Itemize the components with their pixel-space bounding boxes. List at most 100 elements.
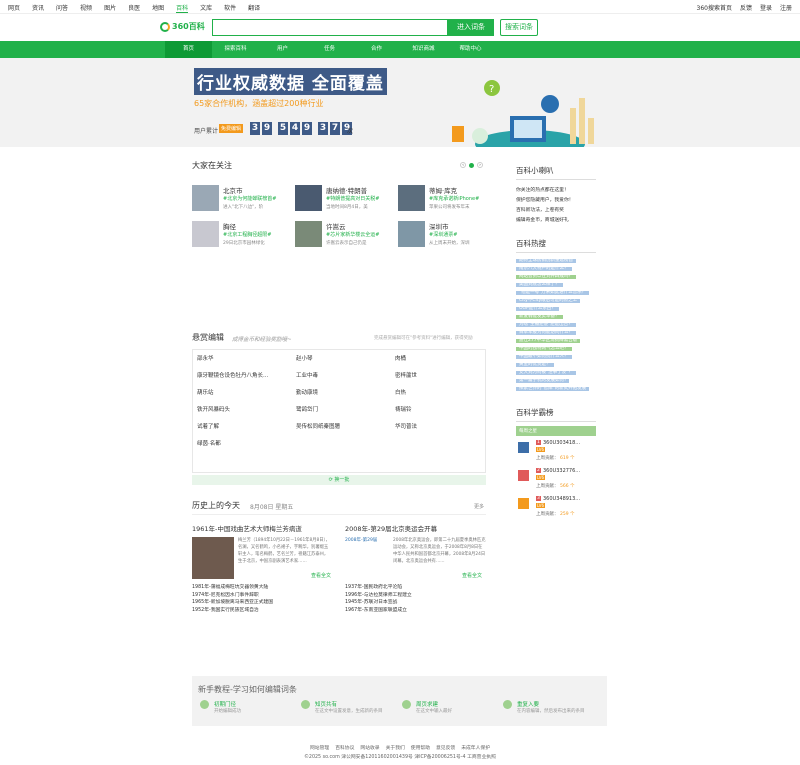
history-event[interactable]: 1937年-国民政府北平沦陷 <box>345 584 412 592</box>
logo[interactable]: 360百科 <box>160 21 205 32</box>
reward-item[interactable]: 铁开风暴码头 <box>197 405 230 413</box>
top-nav-link[interactable]: 问答 <box>56 3 68 13</box>
hot-search-tag[interactable]: 黄金的优货是？ <box>516 362 554 367</box>
footer-link[interactable]: 未成年人保护 <box>461 744 490 751</box>
history-left-photo[interactable] <box>192 537 234 579</box>
hot-search-tag[interactable]: 第一篇手机的发展如何? <box>516 378 570 383</box>
trending-thumb[interactable] <box>398 185 425 211</box>
footer-link[interactable]: 网站收录 <box>360 744 379 751</box>
main-nav-item[interactable]: 首页 <box>165 41 212 58</box>
trending-thumb[interactable] <box>295 185 322 211</box>
history-more-link[interactable]: 更多 <box>474 503 484 510</box>
top-nav-user-link[interactable]: 注册 <box>780 3 792 12</box>
top-nav-link[interactable]: 文库 <box>200 3 212 13</box>
carousel-prev-icon[interactable]: ‹ <box>460 162 466 168</box>
history-right-headline[interactable]: 2008年-第29届北京奥运会开幕 <box>345 523 486 533</box>
search-input[interactable] <box>212 19 448 36</box>
reward-item[interactable]: 祷瑞铃 <box>395 405 412 413</box>
main-nav-item[interactable]: 任务 <box>306 41 353 58</box>
trending-tag[interactable]: #北京工程胸径超限# <box>223 231 271 238</box>
reward-item[interactable]: 赵小琴 <box>296 354 313 362</box>
history-left-view-all[interactable]: 查看全文 <box>311 572 331 579</box>
hot-search-tag[interactable]: 美国到底怎么样了？ <box>516 282 563 287</box>
trending-thumb[interactable] <box>295 221 322 247</box>
top-nav-link[interactable]: 图片 <box>104 3 116 13</box>
footer-link[interactable]: 关于我们 <box>386 744 405 751</box>
rank-row[interactable]: 2 360U332776... LV6 上周贡献： 566 个 <box>516 468 596 492</box>
top-nav-link[interactable]: 地图 <box>152 3 164 13</box>
trending-card[interactable]: 许嵩云 #芯片家新华楼云全运# 许嵩云表示自己仍是 <box>295 221 390 251</box>
reward-item[interactable]: 试着了解 <box>197 422 219 430</box>
main-nav-item[interactable]: 知识商城 <box>400 41 447 58</box>
history-event[interactable]: 1996年-与达拉莫律师工程建立 <box>345 592 412 600</box>
news-item[interactable]: 百科新功法，上卷有奖 <box>516 206 596 216</box>
news-item[interactable]: 保护您隐藏用户，我爱你！ <box>516 196 596 206</box>
top-nav-link[interactable]: 视频 <box>80 3 92 13</box>
tutorial-item-title[interactable]: 初期门径 <box>214 700 236 708</box>
top-nav-user-link[interactable]: 登录 <box>760 3 772 12</box>
trending-card[interactable]: 唐纳德·特朗普 #特朗普提高对日关税# 当地时间8月4日，美 <box>295 185 390 215</box>
hot-search-tag[interactable]: 迪仕277中华区消费降需告级 <box>516 338 581 343</box>
main-nav-item[interactable]: 探索百科 <box>212 41 259 58</box>
reward-item[interactable]: 康牙鞭镜仓设色牡丹八角长... <box>197 371 268 379</box>
top-nav-link[interactable]: 软件 <box>224 3 236 13</box>
footer-link[interactable]: 百科协议 <box>335 744 354 751</box>
reward-item[interactable]: 工业中毒 <box>296 371 318 379</box>
top-nav-user-link[interactable]: 360搜索首页 <box>697 3 732 12</box>
trending-card[interactable]: 北京市 #北京为何能蝉联榜首# 进入"北下八边"，阶 <box>192 185 287 215</box>
trending-tag[interactable]: #北京为何能蝉联榜首# <box>223 195 276 202</box>
hot-search-tag[interactable]: 中国的独特网气怎么吧？ <box>516 346 572 351</box>
trending-card[interactable]: 蒂姆·库克 #库克承诺新iPhone# 苹果公司将发布年末 <box>398 185 493 215</box>
main-nav-item[interactable]: 用户 <box>259 41 306 58</box>
history-left-headline[interactable]: 1961年-中国戏曲艺术大师梅兰芳病逝 <box>192 523 337 533</box>
reward-item[interactable]: 肉桶 <box>395 354 406 362</box>
hot-search-tag[interactable]: OGP是什么东西？ <box>516 306 559 311</box>
history-event[interactable]: 1981年-蒲福成梅旺坑交器领黄大陆 <box>192 584 273 592</box>
reward-item[interactable]: 鹭鸽岱门 <box>296 405 318 413</box>
hot-search-tag[interactable]: City不City眼后可是的原之工 <box>516 298 581 303</box>
history-event[interactable]: 1965年-新加坡脱离马来西亚正式建国 <box>192 599 273 607</box>
rank-row[interactable]: 3 360U348913... LV6 上周贡献： 259 个 <box>516 496 596 520</box>
trending-name[interactable]: 深圳市 <box>429 221 449 231</box>
top-nav-link[interactable]: 良医 <box>128 3 140 13</box>
tutorial-item-title[interactable]: 重复入要 <box>517 700 539 708</box>
footer-link[interactable]: 使用帮助 <box>411 744 430 751</box>
history-right-view-all[interactable]: 查看全文 <box>462 572 482 579</box>
reward-item[interactable]: 绿茵·名都 <box>197 439 221 447</box>
news-item[interactable]: 你关注的热点都在这里！ <box>516 186 596 196</box>
reward-item[interactable]: 华司普法 <box>395 422 417 430</box>
rank-name[interactable]: 360U303418... <box>543 440 580 446</box>
trending-card[interactable]: 胸径 #北京工程胸径超限# 29日北京市园林绿化 <box>192 221 287 251</box>
main-nav-item[interactable]: 合作 <box>353 41 400 58</box>
reward-item[interactable]: 葫乐站 <box>197 388 214 396</box>
rank-row[interactable]: 1 360U303418... LV6 上周贡献： 619 个 <box>516 440 596 464</box>
hot-search-tag[interactable]: 南京八大特产的是什么？ <box>516 266 572 271</box>
footer-link[interactable]: 网站管理 <box>310 744 329 751</box>
trending-tag[interactable]: #特朗普提高对日关税# <box>326 195 379 202</box>
reward-item[interactable]: 邵永华 <box>197 354 214 362</box>
top-nav-link[interactable]: 百科 <box>176 3 189 13</box>
main-nav-item[interactable]: 帮助中心 <box>447 41 494 58</box>
history-right-photo[interactable]: 2008年-第29届 <box>345 537 387 547</box>
tutorial-item-title[interactable]: 周页求建 <box>416 700 438 708</box>
trending-tag[interactable]: #库克承诺新iPhone# <box>429 195 479 202</box>
history-event[interactable]: 1974年-尼克松因水门事件辞职 <box>192 592 273 600</box>
hot-search-tag[interactable]: "他是一号"万米如此进什么音乐？ <box>516 290 590 295</box>
trending-name[interactable]: 唐纳德·特朗普 <box>326 185 367 195</box>
top-nav-user-link[interactable]: 反馈 <box>740 3 752 12</box>
top-nav-link[interactable]: 网页 <box>8 3 20 13</box>
history-event[interactable]: 1945年-苏联对日本宣战 <box>345 599 412 607</box>
reward-item[interactable]: 勤动康境 <box>296 388 318 396</box>
hot-search-tag[interactable]: 日本军舰为何能访问什么？ <box>516 330 576 335</box>
trending-thumb[interactable] <box>192 185 219 211</box>
carousel-dot-icon[interactable] <box>469 163 474 168</box>
trending-name[interactable]: 胸径 <box>223 221 236 231</box>
trending-name[interactable]: 蒂姆·库克 <box>429 185 457 195</box>
reward-item[interactable]: 白热 <box>395 388 406 396</box>
hot-search-tag[interactable]: 期待全球房销创新重返榜首 <box>516 258 576 263</box>
history-event[interactable]: 1952年-我国实行民族区域自治 <box>192 607 273 615</box>
footer-link[interactable]: 意见反馈 <box>436 744 455 751</box>
trending-thumb[interactable] <box>398 221 425 247</box>
hot-search-tag[interactable]: 艾大到为何被"注事丁没"？ <box>516 370 576 375</box>
reward-item[interactable]: 密梓蘆世 <box>395 371 417 379</box>
